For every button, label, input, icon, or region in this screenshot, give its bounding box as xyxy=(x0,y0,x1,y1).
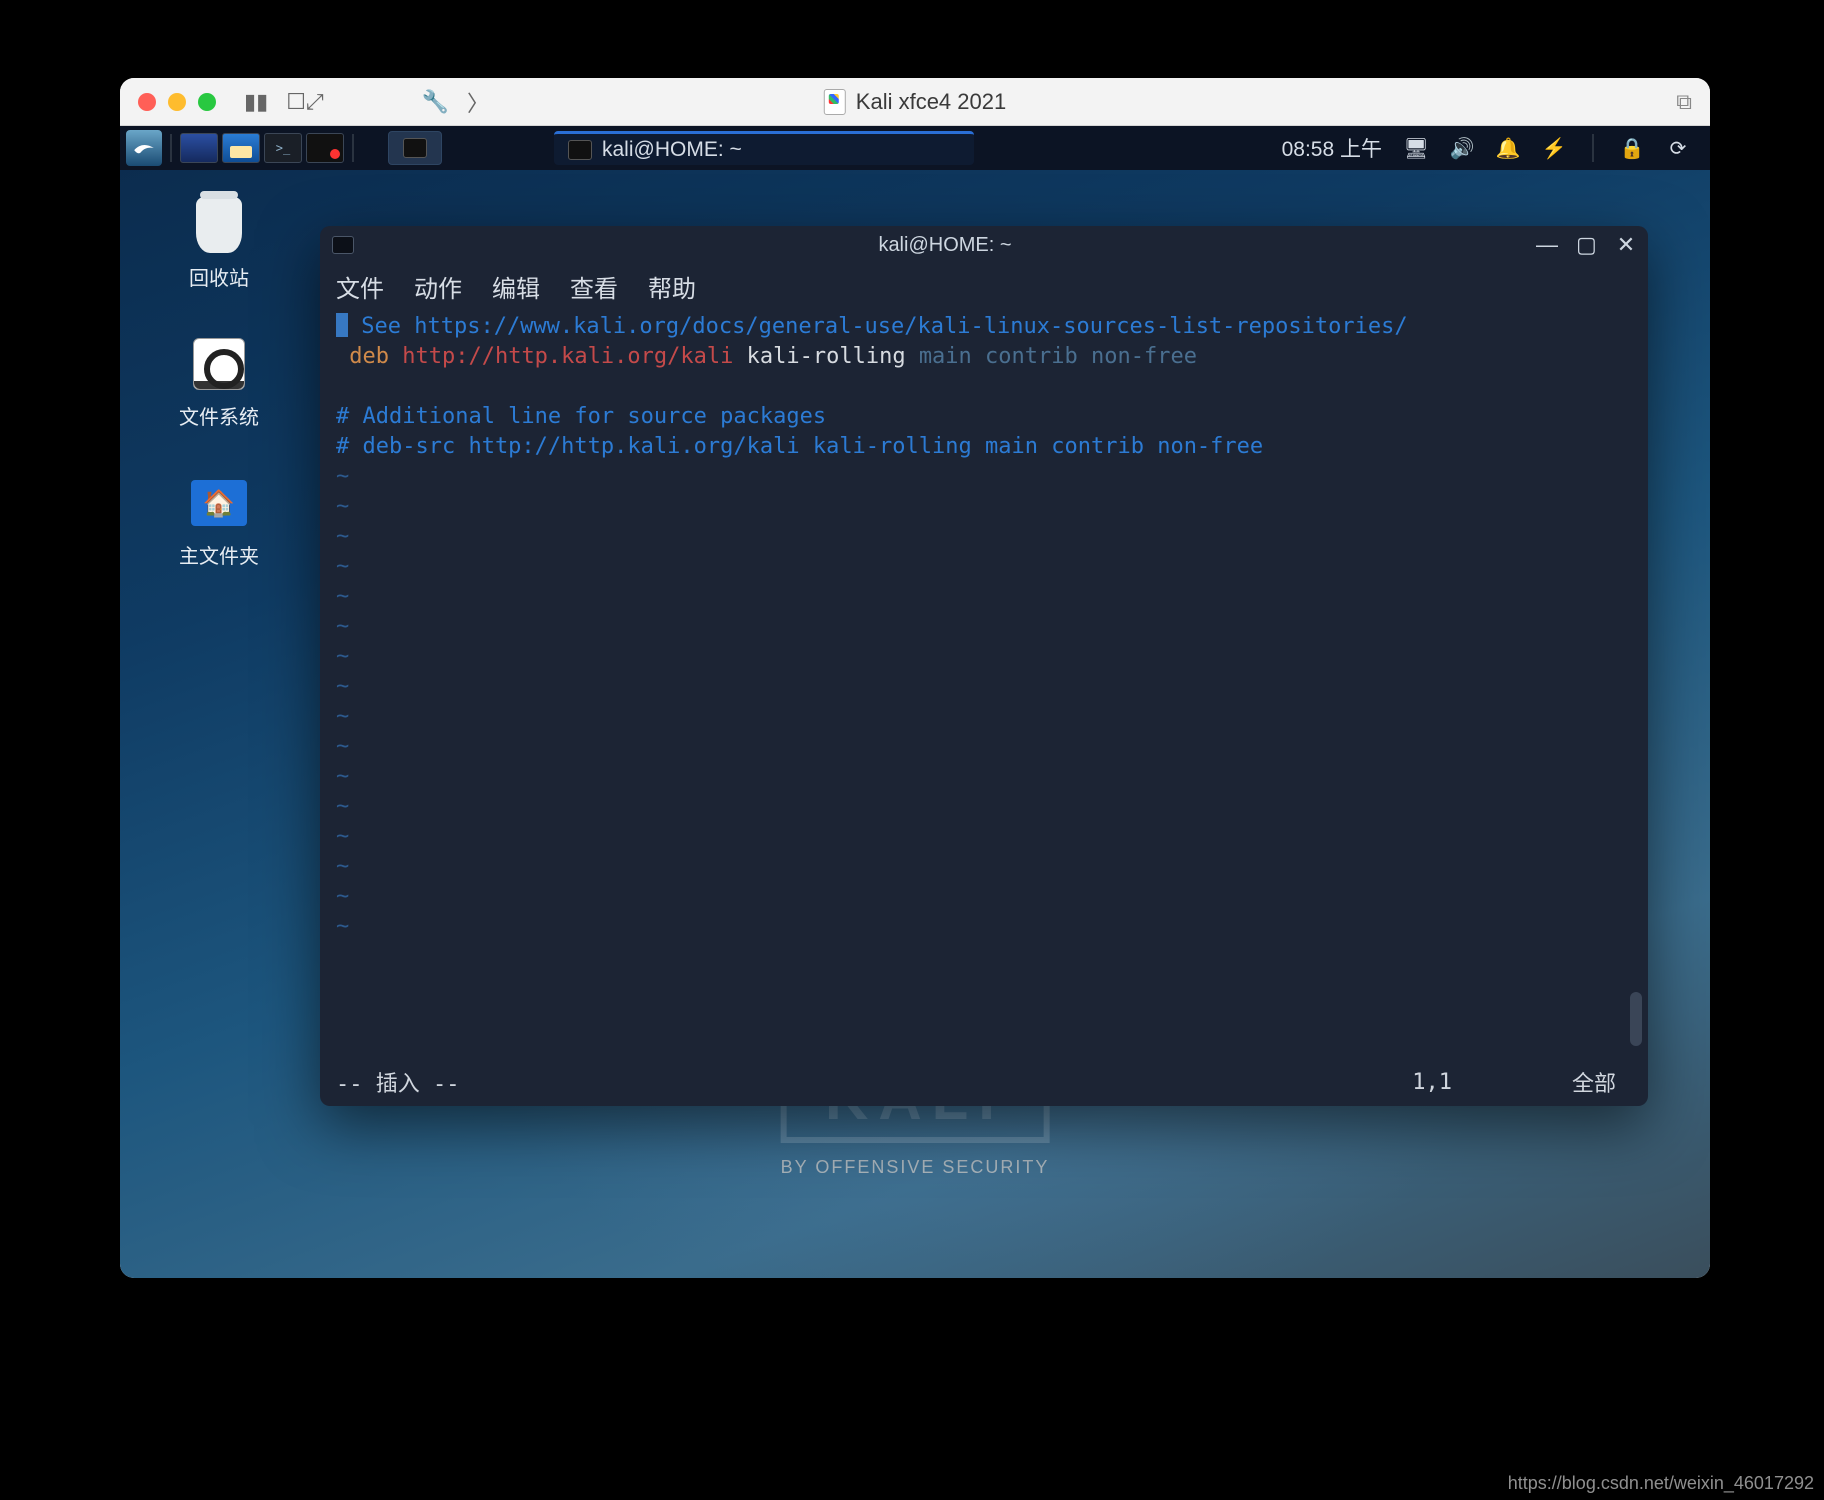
editor-tilde: ~ xyxy=(336,854,349,879)
menu-edit[interactable]: 编辑 xyxy=(492,269,540,304)
editor-tilde: ~ xyxy=(336,794,349,819)
disk-icon xyxy=(193,338,245,390)
home-icon: 🏠 xyxy=(191,480,247,526)
vim-cursor-position: 1,1 xyxy=(1412,1070,1452,1095)
kali-menu-button[interactable] xyxy=(126,130,162,166)
maximize-button[interactable] xyxy=(198,93,216,111)
terminal-maximize-button[interactable]: ▢ xyxy=(1576,232,1596,258)
desktop-icons: 回收站 文件系统 🏠 主文件夹 xyxy=(176,196,262,569)
cursor xyxy=(336,313,348,337)
lock-tray-icon[interactable]: 🔒 xyxy=(1620,136,1644,160)
kali-watermark-sub: BY OFFENSIVE SECURITY xyxy=(781,1157,1050,1178)
mac-title-text: Kali xfce4 2021 xyxy=(856,89,1006,115)
panel-right: 08:58 上午 🖥 🔊 🔔 ⚡ 🔒 ⟳ xyxy=(1282,133,1704,163)
terminal-window-buttons: — ▢ ✕ xyxy=(1536,232,1636,258)
panel-separator xyxy=(1592,134,1594,162)
editor-tilde: ~ xyxy=(336,554,349,579)
file-manager-launcher[interactable] xyxy=(222,133,260,163)
editor-tilde: ~ xyxy=(336,614,349,639)
menu-file[interactable]: 文件 xyxy=(336,269,384,304)
editor-tilde: ~ xyxy=(336,644,349,669)
editor-tilde: ~ xyxy=(336,524,349,549)
terminal-icon xyxy=(403,138,427,158)
editor-tilde: ~ xyxy=(336,584,349,609)
notifications-tray-icon[interactable]: 🔔 xyxy=(1496,136,1520,160)
filesystem-desktop-icon[interactable]: 文件系统 xyxy=(176,335,262,430)
editor-tilde: ~ xyxy=(336,764,349,789)
editor-line-4: # Additional line for source packages xyxy=(336,404,826,429)
menu-action[interactable]: 动作 xyxy=(414,269,462,304)
editor-line-2-key: deb xyxy=(336,344,402,369)
mac-window-title: Kali xfce4 2021 xyxy=(824,89,1006,115)
trash-icon xyxy=(196,197,242,253)
terminal-minimize-button[interactable]: — xyxy=(1536,232,1556,258)
terminal-title: kali@HOME: ~ xyxy=(354,234,1536,257)
terminal-titlebar-icon xyxy=(332,236,354,254)
minimize-button[interactable] xyxy=(168,93,186,111)
terminal-window: kali@HOME: ~ — ▢ ✕ 文件 动作 编辑 查看 帮助 See ht… xyxy=(320,226,1648,1106)
trash-label: 回收站 xyxy=(176,262,262,291)
vim-mode: -- 插入 -- xyxy=(336,1066,459,1098)
editor-tilde: ~ xyxy=(336,884,349,909)
mac-toolbar-left: ▮▮ ☐⤢ 🔧 〉 xyxy=(244,86,489,118)
editor-line-2-url: http://http.kali.org/kali xyxy=(402,344,733,369)
panel-window-label: kali@HOME: ~ xyxy=(602,138,742,162)
close-button[interactable] xyxy=(138,93,156,111)
panel-separator xyxy=(170,134,172,162)
editor-tilde: ~ xyxy=(336,674,349,699)
kali-desktop: kali@HOME: ~ 08:58 上午 🖥 🔊 🔔 ⚡ 🔒 ⟳ 回收站 xyxy=(120,126,1710,1278)
panel-clock[interactable]: 08:58 上午 xyxy=(1282,133,1382,163)
editor-tilde: ~ xyxy=(336,824,349,849)
display-tray-icon[interactable]: 🖥 xyxy=(1404,136,1428,160)
panel-separator xyxy=(352,134,354,162)
panel-task-active-frame[interactable] xyxy=(388,131,442,165)
show-desktop-button[interactable] xyxy=(180,133,218,163)
terminal-launcher[interactable] xyxy=(264,133,302,163)
terminal-icon xyxy=(568,140,592,160)
vim-status-line: -- 插入 -- 1,1 全部 xyxy=(320,1066,1648,1106)
screen-recorder-launcher[interactable] xyxy=(306,133,344,163)
terminal-titlebar[interactable]: kali@HOME: ~ — ▢ ✕ xyxy=(320,226,1648,264)
traffic-lights xyxy=(138,93,216,111)
trash-desktop-icon[interactable]: 回收站 xyxy=(176,196,262,291)
pause-icon[interactable]: ▮▮ xyxy=(244,89,268,115)
home-label: 主文件夹 xyxy=(176,540,262,569)
mac-titlebar: ▮▮ ☐⤢ 🔧 〉 Kali xfce4 2021 ⧉ xyxy=(120,78,1710,126)
settings-icon[interactable]: 🔧 xyxy=(422,89,449,115)
editor-tilde: ~ xyxy=(336,494,349,519)
editor-line-5: # deb-src http://http.kali.org/kali kali… xyxy=(336,434,1263,459)
terminal-body[interactable]: See https://www.kali.org/docs/general-us… xyxy=(320,308,1648,1066)
kali-panel: kali@HOME: ~ 08:58 上午 🖥 🔊 🔔 ⚡ 🔒 ⟳ xyxy=(120,126,1710,170)
vm-host-window: ▮▮ ☐⤢ 🔧 〉 Kali xfce4 2021 ⧉ xyxy=(120,78,1710,1278)
forward-icon[interactable]: 〉 xyxy=(467,86,489,118)
menu-help[interactable]: 帮助 xyxy=(648,269,696,304)
panel-window-button[interactable]: kali@HOME: ~ xyxy=(554,131,974,165)
snapshot-icon[interactable]: ☐⤢ xyxy=(286,89,323,115)
mac-toolbar-right[interactable]: ⧉ xyxy=(1676,89,1692,115)
editor-line-2-components: main contrib non-free xyxy=(919,344,1197,369)
vim-scope: 全部 xyxy=(1572,1066,1616,1098)
editor-line-2-dist: kali-rolling xyxy=(733,344,918,369)
page-watermark: https://blog.csdn.net/weixin_46017292 xyxy=(1508,1473,1814,1494)
terminal-menubar: 文件 动作 编辑 查看 帮助 xyxy=(320,264,1648,308)
terminal-close-button[interactable]: ✕ xyxy=(1616,232,1636,258)
logout-tray-icon[interactable]: ⟳ xyxy=(1666,136,1690,160)
power-tray-icon[interactable]: ⚡ xyxy=(1542,136,1566,160)
vm-document-icon xyxy=(824,89,846,115)
editor-tilde: ~ xyxy=(336,704,349,729)
home-desktop-icon[interactable]: 🏠 主文件夹 xyxy=(176,474,262,569)
editor-tilde: ~ xyxy=(336,734,349,759)
volume-tray-icon[interactable]: 🔊 xyxy=(1450,136,1474,160)
menu-view[interactable]: 查看 xyxy=(570,269,618,304)
editor-tilde: ~ xyxy=(336,464,349,489)
editor-line-1: See https://www.kali.org/docs/general-us… xyxy=(348,314,1408,339)
filesystem-label: 文件系统 xyxy=(176,401,262,430)
terminal-scrollbar[interactable] xyxy=(1630,992,1642,1046)
kali-logo-icon xyxy=(131,135,157,161)
editor-tilde: ~ xyxy=(336,914,349,939)
